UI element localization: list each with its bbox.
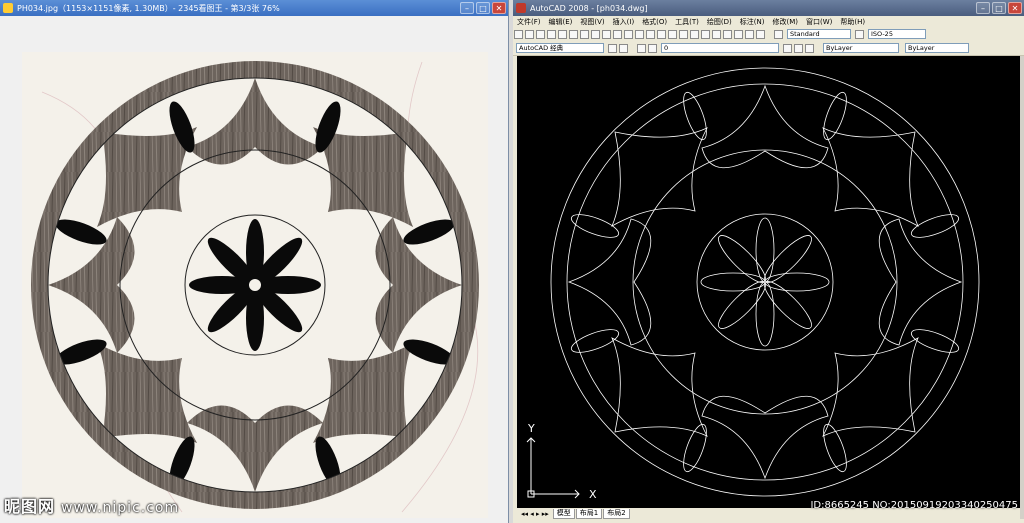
viewer-app-icon bbox=[3, 3, 13, 13]
menu-window[interactable]: 窗口(W) bbox=[802, 17, 836, 27]
layer-state-icon[interactable] bbox=[648, 43, 657, 53]
markup-icon[interactable] bbox=[734, 29, 743, 39]
cad-minimize-button[interactable]: – bbox=[976, 2, 990, 14]
viewer-title-bar[interactable]: PH034.jpg（1153×1151像素, 1.30MB）- 2345看图王 … bbox=[0, 0, 508, 16]
vertical-scrollbar[interactable] bbox=[1020, 56, 1024, 519]
help-icon[interactable] bbox=[756, 29, 765, 39]
tool-palettes-icon[interactable] bbox=[712, 29, 721, 39]
cad-title-bar[interactable]: AutoCAD 2008 - [ph034.dwg] – □ ✕ bbox=[513, 0, 1024, 16]
text-style-select[interactable]: Standard bbox=[787, 29, 851, 39]
properties-icon[interactable] bbox=[690, 29, 699, 39]
zoom-window-icon[interactable] bbox=[668, 29, 677, 39]
dim-style-icon[interactable] bbox=[855, 29, 864, 39]
make-current-icon[interactable] bbox=[783, 43, 792, 53]
menu-help[interactable]: 帮助(H) bbox=[836, 17, 869, 27]
menu-format[interactable]: 格式(O) bbox=[638, 17, 671, 27]
image-viewer-window: PH034.jpg（1153×1151像素, 1.30MB）- 2345看图王 … bbox=[0, 0, 509, 523]
workspace-settings-icon[interactable] bbox=[608, 43, 617, 53]
sheet-set-icon[interactable] bbox=[723, 29, 732, 39]
new-icon[interactable] bbox=[514, 29, 523, 39]
menu-insert[interactable]: 插入(I) bbox=[609, 17, 639, 27]
cad-title: AutoCAD 2008 - [ph034.dwg] bbox=[530, 3, 648, 13]
layer-select[interactable]: 0 bbox=[661, 43, 779, 53]
layers-toolbar: AutoCAD 经典 0 ByLayer ByLayer bbox=[513, 41, 1024, 56]
watermark: 昵图网 www.nipic.com bbox=[4, 493, 179, 517]
cad-menu-bar: 文件(F) 编辑(E) 视图(V) 插入(I) 格式(O) 工具(T) 绘图(D… bbox=[513, 16, 1024, 27]
ucs-x-label: X bbox=[589, 488, 597, 501]
minimize-button[interactable]: – bbox=[460, 2, 474, 14]
autocad-window: AutoCAD 2008 - [ph034.dwg] – □ ✕ 文件(F) 编… bbox=[513, 0, 1024, 523]
viewer-title: PH034.jpg（1153×1151像素, 1.30MB）- 2345看图王 … bbox=[17, 3, 280, 13]
layer-previous-icon[interactable] bbox=[794, 43, 803, 53]
image-id-caption: ID:8665245 NO:20150919203340250475 bbox=[810, 500, 1018, 511]
menu-edit[interactable]: 编辑(E) bbox=[545, 17, 577, 27]
menu-tools[interactable]: 工具(T) bbox=[671, 17, 703, 27]
tab-nav-arrows[interactable]: ◂◂ ◂ ▸ ▸▸ bbox=[521, 510, 549, 518]
undo-icon[interactable] bbox=[624, 29, 633, 39]
close-button[interactable]: ✕ bbox=[492, 2, 506, 14]
save-icon[interactable] bbox=[536, 29, 545, 39]
match-properties-icon[interactable] bbox=[613, 29, 622, 39]
watermark-logo-text: 昵图网 bbox=[4, 497, 56, 516]
design-center-icon[interactable] bbox=[701, 29, 710, 39]
image-view-area[interactable]: 昵图网 www.nipic.com bbox=[0, 16, 508, 523]
drawing-canvas[interactable]: Y X bbox=[517, 56, 1020, 508]
layer-lock-icon[interactable] bbox=[805, 43, 814, 53]
standard-toolbar: Standard ISO-25 bbox=[513, 27, 1024, 42]
cad-medallion-drawing: Y X bbox=[526, 67, 980, 501]
redo-icon[interactable] bbox=[635, 29, 644, 39]
cad-close-button[interactable]: ✕ bbox=[1008, 2, 1022, 14]
cad-maximize-button[interactable]: □ bbox=[992, 2, 1006, 14]
menu-file[interactable]: 文件(F) bbox=[513, 17, 545, 27]
menu-view[interactable]: 视图(V) bbox=[576, 17, 608, 27]
ucs-icon bbox=[526, 437, 580, 499]
menu-modify[interactable]: 修改(M) bbox=[768, 17, 802, 27]
calculator-icon[interactable] bbox=[745, 29, 754, 39]
watermark-url: www.nipic.com bbox=[61, 500, 180, 516]
tab-layout1[interactable]: 布局1 bbox=[575, 508, 603, 519]
paste-icon[interactable] bbox=[602, 29, 611, 39]
open-icon[interactable] bbox=[525, 29, 534, 39]
publish-icon[interactable] bbox=[569, 29, 578, 39]
menu-dimension[interactable]: 标注(N) bbox=[736, 17, 769, 27]
tab-layout2[interactable]: 布局2 bbox=[603, 508, 630, 519]
maximize-button[interactable]: □ bbox=[476, 2, 490, 14]
zoom-realtime-icon[interactable] bbox=[657, 29, 666, 39]
copy-icon[interactable] bbox=[591, 29, 600, 39]
zoom-previous-icon[interactable] bbox=[679, 29, 688, 39]
marble-medallion-image bbox=[22, 52, 488, 518]
linetype-select[interactable]: ByLayer bbox=[905, 43, 969, 53]
cut-icon[interactable] bbox=[580, 29, 589, 39]
autocad-app-icon bbox=[516, 3, 526, 13]
ucs-y-label: Y bbox=[527, 422, 535, 435]
dim-style-select[interactable]: ISO-25 bbox=[868, 29, 926, 39]
text-style-icon[interactable] bbox=[774, 29, 783, 39]
print-icon[interactable] bbox=[547, 29, 556, 39]
tab-model[interactable]: 模型 bbox=[552, 508, 575, 519]
pan-icon[interactable] bbox=[646, 29, 655, 39]
my-workspace-icon[interactable] bbox=[619, 43, 628, 53]
preview-icon[interactable] bbox=[558, 29, 567, 39]
layer-manager-icon[interactable] bbox=[637, 43, 646, 53]
color-select[interactable]: ByLayer bbox=[823, 43, 899, 53]
menu-draw[interactable]: 绘图(D) bbox=[703, 17, 736, 27]
workspace-select[interactable]: AutoCAD 经典 bbox=[516, 43, 604, 53]
